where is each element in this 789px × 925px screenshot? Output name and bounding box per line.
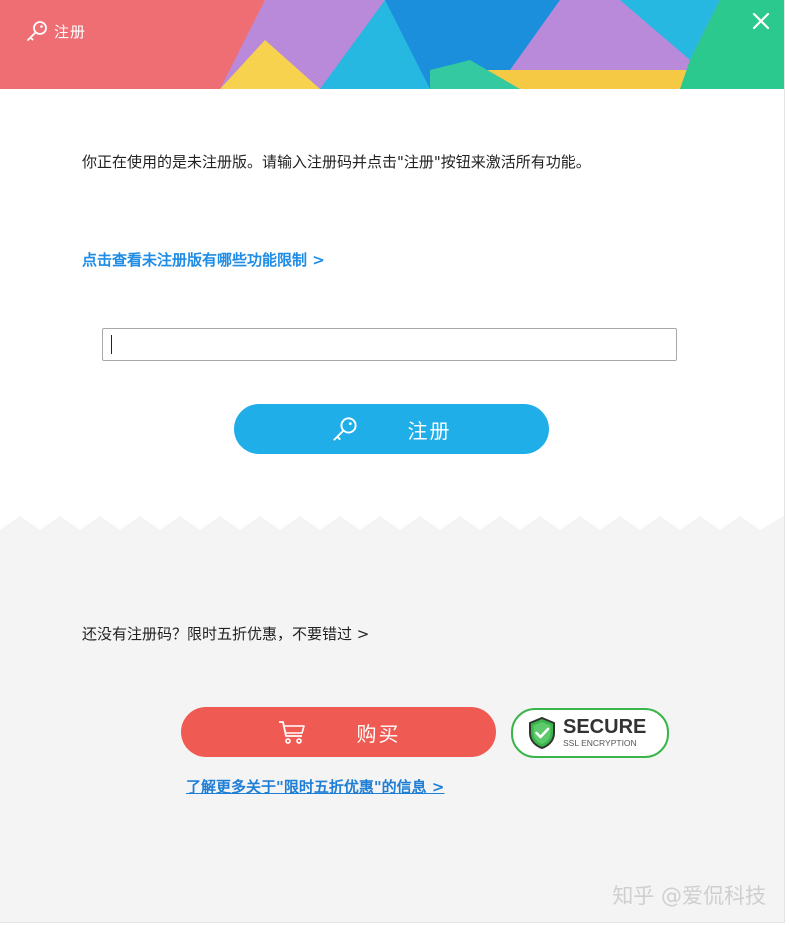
secure-badge: SECURE SSL ENCRYPTION [511,708,669,758]
register-button[interactable]: 注册 [234,404,549,454]
close-icon [752,12,770,30]
close-button[interactable] [750,10,772,32]
title-bar-banner [0,0,784,89]
secure-subtitle: SSL ENCRYPTION [563,738,637,748]
key-icon [26,20,48,42]
text-caret [111,335,112,354]
register-button-label: 注册 [407,418,452,443]
title-group: 注册 [26,20,86,42]
buy-button[interactable]: 购买 [181,707,496,757]
wave-divider [0,516,784,544]
main-panel: 你正在使用的是未注册版。请输入注册码并点击"注册"按钮来激活所有功能。 点击查看… [0,89,784,539]
window-title: 注册 [54,22,87,41]
register-dialog: 注册 你正在使用的是未注册版。请输入注册码并点击"注册"按钮来激活所有功能。 点… [0,0,785,923]
buy-button-label: 购买 [356,721,401,746]
promo-text[interactable]: 还没有注册码？限时五折优惠，不要错过 > [82,623,369,644]
cart-icon [278,721,305,744]
more-info-link[interactable]: 了解更多关于"限时五折优惠"的信息 > [186,776,444,797]
intro-text: 你正在使用的是未注册版。请输入注册码并点击"注册"按钮来激活所有功能。 [82,153,591,171]
secure-title: SECURE [563,716,647,738]
title-bar: 注册 [0,0,784,89]
limits-link[interactable]: 点击查看未注册版有哪些功能限制 > [82,249,325,270]
registration-code-input[interactable] [102,328,677,361]
watermark: 知乎 @爱侃科技 [612,884,766,908]
shield-check-icon [529,716,555,750]
footer-panel: 还没有注册码？限时五折优惠，不要错过 > 购买 SECURE SSL ENCRY… [0,516,784,922]
key-icon [332,417,357,441]
